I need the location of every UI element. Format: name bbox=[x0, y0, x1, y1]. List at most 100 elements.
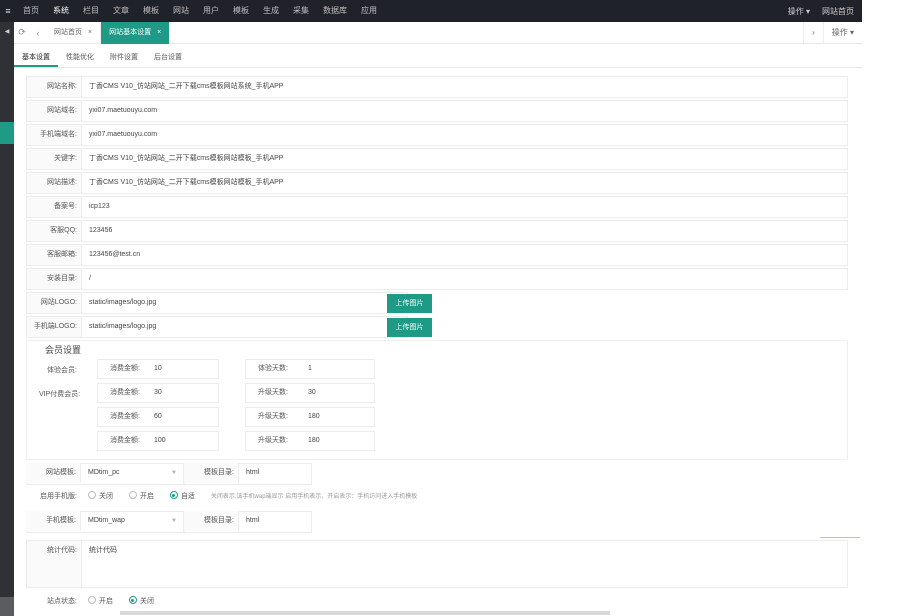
member-days-row: 升级天数: 180 bbox=[245, 407, 375, 427]
pc-template-value: MDtim_pc bbox=[88, 469, 120, 476]
top-nav-item[interactable]: 应用 bbox=[354, 0, 384, 22]
field-qq: 客服QQ: 123456 bbox=[26, 220, 848, 242]
page-tab-active[interactable]: 网站基本设置 × bbox=[101, 21, 171, 44]
close-icon[interactable]: × bbox=[157, 29, 161, 36]
email-input[interactable]: 123456@test.cn bbox=[89, 245, 140, 265]
fee-label: 消费金额: bbox=[110, 413, 140, 420]
top-nav-item[interactable]: 生成 bbox=[256, 0, 286, 22]
mode-option-open[interactable]: 开启 bbox=[128, 487, 154, 507]
mode-hint: 关闭表示:该手机wap端显示 启用手机表示，开启表示：手机访问进入手机模板 bbox=[210, 494, 418, 500]
days-label: 体验天数: bbox=[258, 365, 288, 372]
radio-icon bbox=[88, 596, 96, 605]
site-home-link[interactable]: 网站首页 bbox=[822, 6, 854, 17]
days-input[interactable]: 180 bbox=[308, 408, 320, 426]
fee-input[interactable]: 30 bbox=[154, 384, 162, 402]
field-icp: 备案号: icp123 bbox=[26, 196, 848, 218]
top-nav-item-active[interactable]: 系统 bbox=[46, 0, 76, 22]
days-input[interactable]: 1 bbox=[308, 360, 312, 378]
install-dir-input[interactable]: / bbox=[89, 269, 91, 289]
fee-input[interactable]: 100 bbox=[154, 432, 166, 450]
field-label: 关键字: bbox=[27, 149, 82, 169]
top-nav: 首页 系统 栏目 文章 模板 网站 用户 模板 生成 采集 数据库 应用 bbox=[16, 0, 384, 22]
top-nav-item[interactable]: 栏目 bbox=[76, 0, 106, 22]
site-logo-input[interactable]: static/images/logo.jpg bbox=[89, 293, 156, 313]
tab-backend[interactable]: 后台设置 bbox=[146, 48, 190, 67]
stats-code-textarea[interactable]: 统计代码 bbox=[89, 545, 117, 555]
field-label: 网站模板: bbox=[26, 463, 81, 483]
sidebar-bottom-item[interactable] bbox=[0, 597, 14, 616]
top-nav-item[interactable]: 模板 bbox=[226, 0, 256, 22]
upload-image-button[interactable]: 上传图片 bbox=[387, 318, 432, 337]
site-name-input[interactable]: 丁香CMS V10_仿站网站_二开下载cms模板网站系统_手机APP bbox=[89, 77, 283, 97]
field-label: 网站名称: bbox=[27, 77, 82, 97]
field-label: 客服邮箱: bbox=[27, 245, 82, 265]
field-label: 网站域名: bbox=[27, 101, 82, 121]
page-tab[interactable]: 网站首页 × bbox=[46, 21, 102, 44]
fee-label: 消费金额: bbox=[110, 437, 140, 444]
status-option-open[interactable]: 开启 bbox=[88, 592, 113, 612]
group-label: VIP付费会员: bbox=[39, 391, 81, 398]
refresh-icon[interactable]: ⟳ bbox=[14, 27, 30, 38]
top-nav-item[interactable]: 网站 bbox=[166, 0, 196, 22]
top-nav-item[interactable]: 数据库 bbox=[316, 0, 354, 22]
option-label: 开启 bbox=[139, 493, 154, 500]
pc-dir-row: 模板目录: html bbox=[184, 463, 312, 485]
option-label: 关闭 bbox=[99, 493, 113, 500]
sidebar-active-item[interactable] bbox=[0, 122, 14, 144]
chevron-left-icon[interactable]: ‹ bbox=[30, 28, 46, 38]
section-title: 会员设置 bbox=[45, 345, 82, 355]
top-nav-item[interactable]: 首页 bbox=[16, 0, 46, 22]
tab-basic-settings[interactable]: 基本设置 bbox=[14, 48, 58, 67]
field-site-name: 网站名称: 丁香CMS V10_仿站网站_二开下载cms模板网站系统_手机APP bbox=[26, 76, 848, 98]
menu-icon[interactable]: ≡ bbox=[0, 6, 16, 16]
close-icon[interactable]: × bbox=[88, 29, 92, 36]
fee-label: 消费金额: bbox=[110, 389, 140, 396]
description-input[interactable]: 丁香CMS V10_仿站网站_二开下载cms模板网站模板_手机APP bbox=[89, 173, 283, 193]
pc-dir-input[interactable]: html bbox=[246, 463, 259, 483]
top-nav-item[interactable]: 用户 bbox=[196, 0, 226, 22]
tab-performance[interactable]: 性能优化 bbox=[58, 48, 102, 67]
site-domain-input[interactable]: yxi07.maetuouyu.com bbox=[89, 101, 157, 121]
status-option-close[interactable]: 关闭 bbox=[128, 592, 154, 612]
field-label: 网站LOGO: bbox=[27, 293, 82, 313]
mode-option-close[interactable]: 关闭 bbox=[88, 487, 113, 507]
member-days-row: 升级天数: 180 bbox=[245, 431, 375, 451]
fee-input[interactable]: 60 bbox=[154, 408, 162, 426]
days-input[interactable]: 180 bbox=[308, 432, 320, 450]
field-label: 网站描述: bbox=[27, 173, 82, 193]
fee-input[interactable]: 10 bbox=[154, 360, 162, 378]
top-nav-item[interactable]: 文章 bbox=[106, 0, 136, 22]
member-days-row: 体验天数: 1 bbox=[245, 359, 375, 379]
collapse-arrow-icon[interactable]: ◀ bbox=[0, 28, 14, 35]
member-days-row: 升级天数: 30 bbox=[245, 383, 375, 403]
tab-operate-dropdown[interactable]: 操作 ▾ bbox=[822, 21, 862, 44]
days-input[interactable]: 30 bbox=[308, 384, 316, 402]
mode-option-adaptive[interactable]: 自适 bbox=[169, 487, 195, 507]
top-nav-item[interactable]: 采集 bbox=[286, 0, 316, 22]
page-tab-strip: ⟳ ‹ 网站首页 × 网站基本设置 × › 操作 ▾ bbox=[14, 21, 862, 44]
days-label: 升级天数: bbox=[258, 413, 288, 420]
wap-dir-input[interactable]: html bbox=[246, 511, 259, 531]
group-label: 体验会员: bbox=[47, 367, 77, 374]
wap-template-select[interactable]: 手机模板: MDtim_wap ▼ bbox=[26, 511, 184, 533]
top-navbar: ≡ 首页 系统 栏目 文章 模板 网站 用户 模板 生成 采集 数据库 应用 操… bbox=[0, 0, 862, 22]
pc-template-select[interactable]: 网站模板: MDtim_pc ▼ bbox=[26, 463, 184, 485]
qq-input[interactable]: 123456 bbox=[89, 221, 112, 241]
tab-attachments[interactable]: 附件设置 bbox=[102, 48, 146, 67]
icp-input[interactable]: icp123 bbox=[89, 197, 110, 217]
chevron-right-icon[interactable]: › bbox=[803, 21, 823, 44]
mobile-mode-options: 关闭 开启 自适 关闭表示:该手机wap端显示 启用手机表示，开启表示：手机访问… bbox=[88, 487, 417, 507]
radio-icon bbox=[88, 491, 96, 500]
mobile-logo-input[interactable]: static/images/logo.jpg bbox=[89, 317, 156, 337]
member-settings-section: 会员设置 体验会员: VIP付费会员: 消费金额: 10 体验天数: 1 消费金… bbox=[26, 340, 848, 460]
wap-dir-field: 模板目录: html bbox=[184, 511, 312, 533]
field-label: 备案号: bbox=[27, 197, 82, 217]
top-nav-item[interactable]: 模板 bbox=[136, 0, 166, 22]
operate-dropdown[interactable]: 操作 ▾ bbox=[788, 6, 810, 17]
mobile-domain-input[interactable]: yxi07.maetuouyu.com bbox=[89, 125, 157, 145]
horizontal-scrollbar[interactable] bbox=[120, 611, 610, 615]
page-tab-label: 网站首页 bbox=[54, 28, 82, 36]
upload-image-button[interactable]: 上传图片 bbox=[387, 294, 432, 313]
field-keywords: 关键字: 丁香CMS V10_仿站网站_二开下载cms模板网站模板_手机APP bbox=[26, 148, 848, 170]
keywords-input[interactable]: 丁香CMS V10_仿站网站_二开下载cms模板网站模板_手机APP bbox=[89, 149, 283, 169]
